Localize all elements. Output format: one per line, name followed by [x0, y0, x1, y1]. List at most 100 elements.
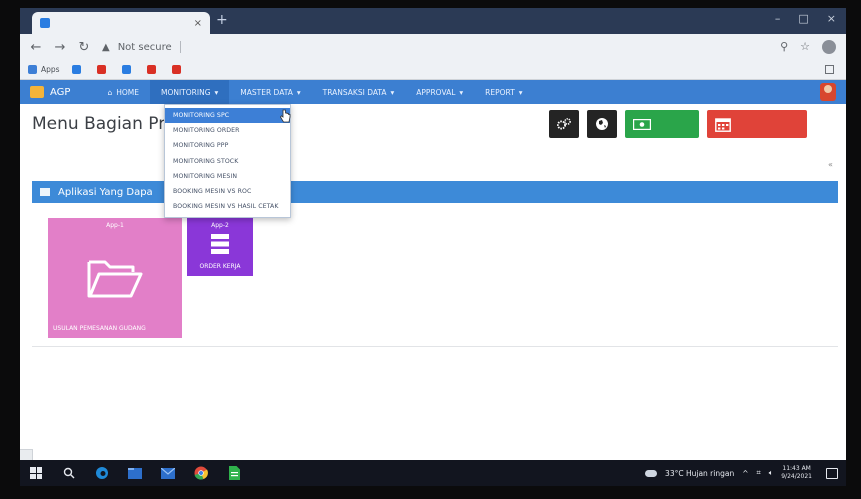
- edge-icon[interactable]: [94, 465, 110, 481]
- profile-avatar-icon[interactable]: [822, 40, 836, 54]
- browser-tab[interactable]: ×: [32, 12, 210, 34]
- globe-tile[interactable]: [587, 110, 617, 138]
- app-label: ORDER KERJA: [199, 263, 241, 270]
- bookmark-favicon-icon: [71, 65, 81, 74]
- page-title: Menu Bagian Pr: [32, 114, 166, 134]
- main-content: Menu Bagian Pr « Aplikasi Yang Dapa App-…: [20, 104, 846, 460]
- not-secure-warning-icon: ▲: [102, 41, 110, 53]
- reading-list-button[interactable]: [825, 65, 838, 74]
- system-tray: 33°C Hujan ringan ^ ⌗ 🔈︎ 11:43 AM 9/24/2…: [645, 465, 838, 481]
- app-number: App-2: [211, 222, 229, 229]
- bookmark-label: Apps: [41, 65, 60, 74]
- nav-item-report[interactable]: REPORT ▾: [474, 80, 533, 104]
- app-navbar: AGP ⌂ HOME MONITORING ▾ MASTER DATA ▾ TRANS…: [20, 80, 846, 104]
- nav-item-label: REPORT: [485, 87, 515, 97]
- search-icon[interactable]: [61, 465, 77, 481]
- menu-item-monitoring-order[interactable]: MONITORING ORDER: [165, 123, 290, 138]
- nav-item-home[interactable]: ⌂ HOME: [96, 80, 150, 104]
- windows-logo-icon: [30, 467, 42, 479]
- menu-item-monitoring-stock[interactable]: MONITORING STOCK: [165, 154, 290, 169]
- balance-tile[interactable]: [625, 110, 699, 138]
- chrome-icon[interactable]: [193, 465, 209, 481]
- mail-icon[interactable]: [160, 465, 176, 481]
- toolbar-actions: ⚲ ☆: [780, 40, 836, 54]
- grid-icon: [40, 188, 50, 196]
- app-tile-order-kerja[interactable]: App-2 ORDER KERJA: [187, 218, 253, 276]
- bookmark-favicon-icon: [121, 65, 131, 74]
- nav-item-monitoring[interactable]: MONITORING ▾: [149, 80, 230, 104]
- header-tiles: [549, 110, 807, 138]
- caret-down-icon: ▾: [390, 87, 395, 97]
- caret-down-icon: ▾: [518, 87, 523, 97]
- list-icon: [211, 234, 229, 254]
- settings-tile[interactable]: [549, 110, 579, 138]
- caret-down-icon: ▾: [459, 87, 464, 97]
- collapse-sidebar-button[interactable]: «: [828, 160, 833, 169]
- nav-item-approval[interactable]: APPROVAL ▾: [405, 80, 474, 104]
- home-icon: ⌂: [107, 87, 113, 97]
- clock-date: 9/24/2021: [781, 473, 812, 480]
- status-bar-url: [20, 449, 33, 460]
- windows-taskbar: 33°C Hujan ringan ^ ⌗ 🔈︎ 11:43 AM 9/24/2…: [20, 460, 846, 486]
- security-label: Not secure: [117, 41, 172, 53]
- forward-icon[interactable]: →: [54, 40, 66, 55]
- start-button[interactable]: [28, 465, 44, 481]
- nav-item-transaksi-data[interactable]: TRANSAKSI DATA ▾: [312, 80, 406, 104]
- new-tab-button[interactable]: +: [216, 12, 228, 28]
- user-menu[interactable]: [812, 83, 836, 101]
- apps-panel-title: Aplikasi Yang Dapa: [58, 186, 153, 198]
- nav-item-label: MASTER DATA: [240, 87, 293, 97]
- bookmark-item[interactable]: [171, 65, 185, 74]
- reload-icon[interactable]: ↻: [78, 40, 90, 55]
- user-avatar: [820, 83, 836, 101]
- apps-grid-icon: [28, 65, 37, 74]
- weather-text[interactable]: 33°C Hujan ringan: [665, 469, 734, 478]
- globe-icon: [596, 118, 608, 130]
- weather-cloud-icon: [645, 469, 658, 477]
- date-tile[interactable]: [707, 110, 807, 138]
- zoom-icon[interactable]: ⚲: [780, 40, 788, 54]
- tab-close-icon[interactable]: ×: [194, 18, 202, 29]
- close-window-button[interactable]: ×: [827, 12, 836, 25]
- nav-item-master-data[interactable]: MASTER DATA ▾: [229, 80, 311, 104]
- nav-item-label: HOME: [116, 87, 139, 97]
- bookmark-item[interactable]: [121, 65, 135, 74]
- menu-item-monitoring-ppp[interactable]: MONITORING PPP: [165, 138, 290, 153]
- notifications-icon[interactable]: [826, 467, 838, 479]
- bookmark-favicon-icon: [146, 65, 156, 74]
- menu-item-monitoring-mesin[interactable]: MONITORING MESIN: [165, 169, 290, 184]
- window-controls: – □ ×: [775, 12, 836, 25]
- brand-name: AGP: [50, 86, 71, 98]
- screen: × + – □ × ← → ↻ ▲ Not secure ⚲ ☆ Apps AG…: [20, 8, 846, 486]
- bookmark-star-icon[interactable]: ☆: [800, 40, 810, 54]
- network-icon[interactable]: ⌗: [757, 468, 761, 478]
- tray-overflow-icon[interactable]: ^: [742, 469, 748, 478]
- document-icon[interactable]: [226, 465, 242, 481]
- nav-item-label: TRANSAKSI DATA: [322, 87, 387, 97]
- back-icon[interactable]: ←: [30, 40, 42, 55]
- bookmark-apps[interactable]: Apps: [28, 65, 60, 74]
- brand[interactable]: AGP: [30, 86, 70, 98]
- file-explorer-icon[interactable]: [127, 465, 143, 481]
- hand-cursor-icon: [280, 109, 291, 123]
- menu-item-booking-mesin-vs-hasil-cetak[interactable]: BOOKING MESIN VS HASIL CETAK: [165, 199, 290, 214]
- menu-item-booking-mesin-vs-roc[interactable]: BOOKING MESIN VS ROC: [165, 184, 290, 199]
- folder-open-icon: [87, 260, 143, 298]
- bookmark-item[interactable]: [96, 65, 110, 74]
- brand-logo-icon: [30, 86, 44, 98]
- monitoring-dropdown: MONITORING SPC MONITORING ORDER MONITORI…: [164, 104, 291, 219]
- bookmark-item[interactable]: [146, 65, 160, 74]
- caret-down-icon: ▾: [214, 87, 219, 97]
- clock[interactable]: 11:43 AM 9/24/2021: [781, 465, 812, 481]
- url-field[interactable]: ▲ Not secure: [102, 38, 768, 56]
- bookmark-favicon-icon: [171, 65, 181, 74]
- taskbar-pinned: [28, 465, 242, 481]
- apps-panel-header: Aplikasi Yang Dapa: [32, 181, 838, 203]
- minimize-button[interactable]: –: [775, 12, 781, 25]
- app-tile-usulan-pemesanan-gudang[interactable]: App-1 USULAN PEMESANAN GUDANG: [48, 218, 182, 338]
- calendar-icon: [715, 117, 731, 132]
- bookmark-item[interactable]: [71, 65, 85, 74]
- maximize-button[interactable]: □: [798, 12, 808, 25]
- menu-item-monitoring-spc[interactable]: MONITORING SPC: [165, 108, 290, 124]
- volume-icon[interactable]: 🔈︎: [769, 468, 774, 478]
